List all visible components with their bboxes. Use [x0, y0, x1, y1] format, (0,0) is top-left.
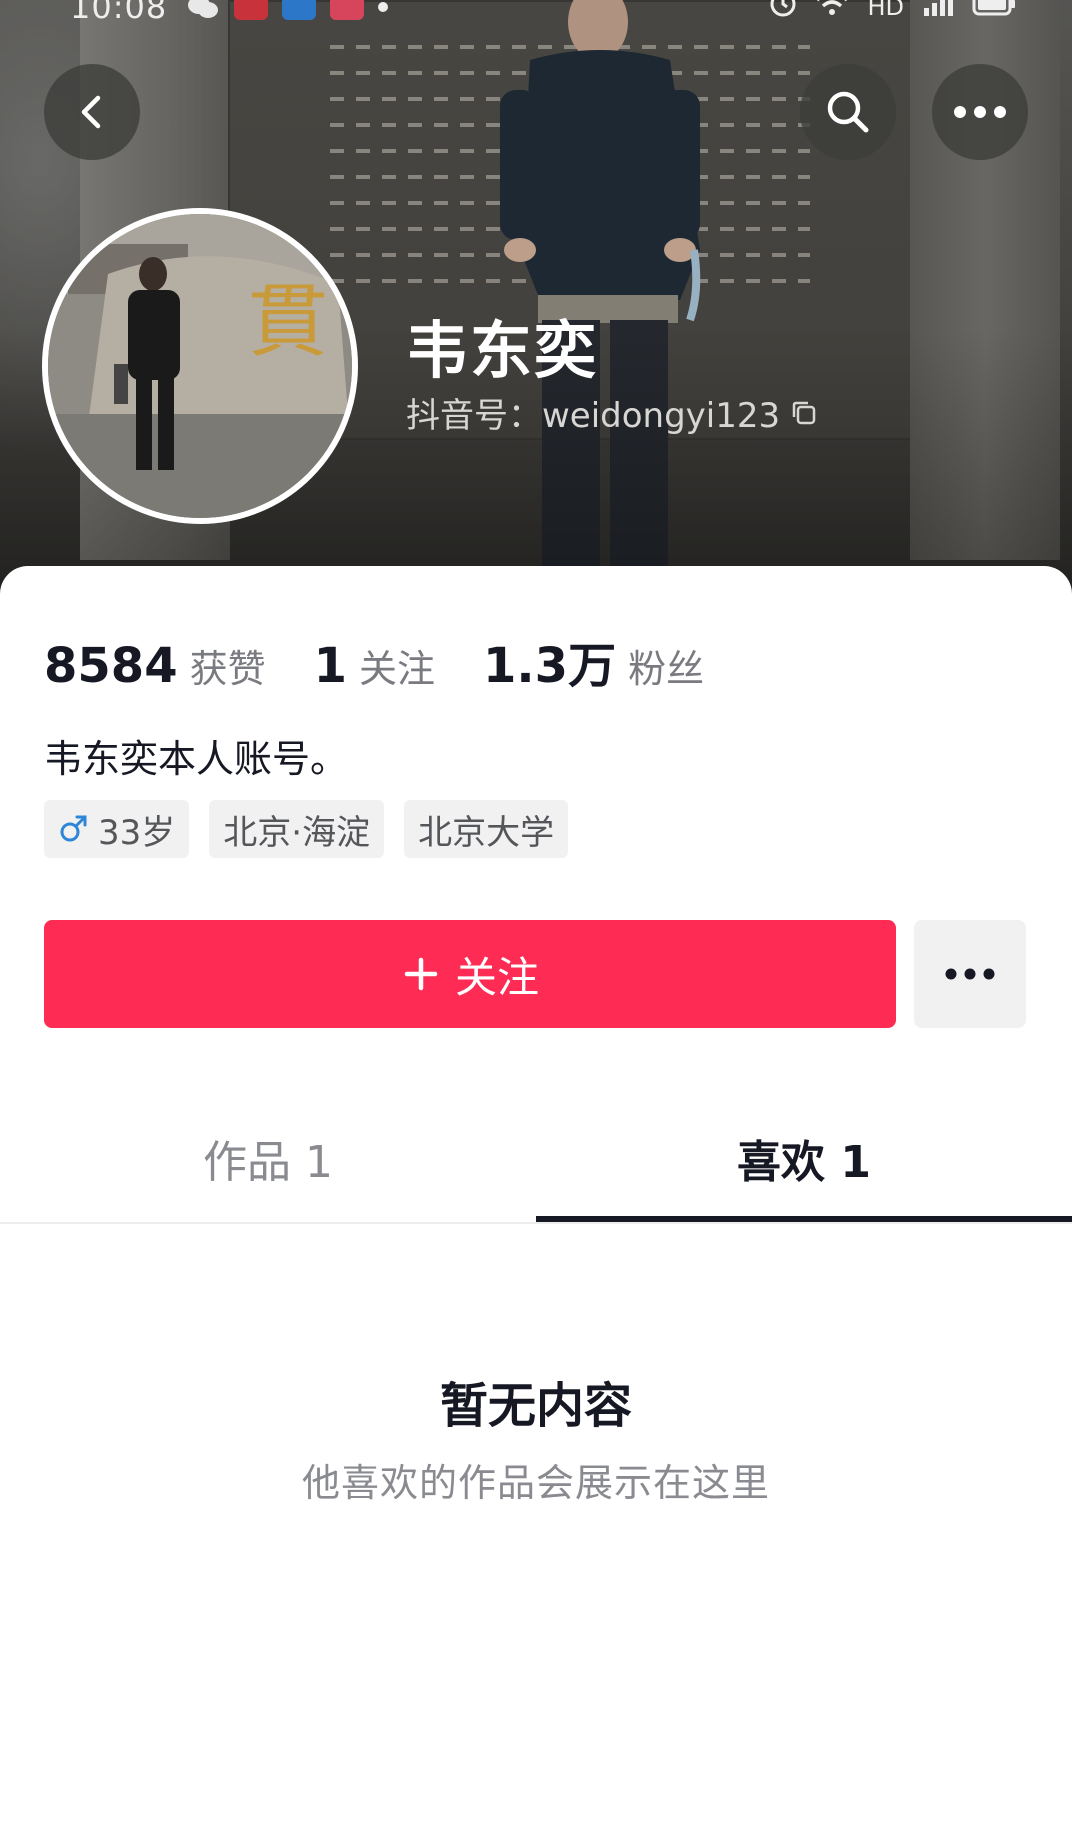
search-icon — [827, 91, 869, 133]
dot-icon — [378, 2, 388, 12]
profile-stats: 8584 获赞 1 关注 1.3万 粉丝 — [44, 626, 752, 696]
app-notification-icon — [234, 0, 268, 20]
follow-button-label: 关注 — [454, 952, 539, 1002]
avatar[interactable]: 貫 — [42, 208, 358, 524]
battery-icon — [972, 0, 1016, 22]
copy-icon[interactable] — [790, 399, 818, 427]
stat-likes-value: 8584 — [44, 638, 178, 694]
back-button[interactable] — [44, 64, 140, 160]
svg-text:貫: 貫 — [248, 275, 328, 368]
content-tabs: 作品 1 喜欢 1 — [0, 1094, 1072, 1224]
tag-school-label: 北京大学 — [418, 812, 555, 853]
douyin-id[interactable]: 抖音号：weidongyi123 — [406, 388, 818, 437]
tag-school: 北京大学 — [404, 800, 569, 858]
douyin-id-text: 抖音号：weidongyi123 — [406, 396, 781, 436]
follow-button[interactable]: 关注 — [44, 920, 896, 1028]
profile-name: 韦东奕 — [406, 314, 599, 387]
wechat-icon — [186, 0, 220, 20]
more-horizontal-icon — [954, 106, 1006, 118]
status-notification-icons — [186, 0, 388, 20]
male-icon — [60, 815, 87, 842]
stat-likes[interactable]: 8584 获赞 — [44, 638, 266, 694]
status-time: 10:08 — [70, 0, 168, 26]
profile-tags: 33岁 北京·海淀 北京大学 — [44, 800, 569, 858]
app-notification-icon — [282, 0, 316, 20]
stat-following-label: 关注 — [359, 647, 436, 691]
chevron-left-icon — [81, 95, 101, 129]
app-notification-icon — [330, 0, 364, 20]
tag-location: 北京·海淀 — [209, 800, 385, 858]
stat-likes-label: 获赞 — [189, 647, 266, 691]
empty-state-subtitle: 他喜欢的作品会展示在这里 — [301, 1461, 770, 1505]
status-system-icons: HD — [769, 0, 1016, 24]
tag-age: 33岁 — [44, 800, 190, 858]
tab-likes[interactable]: 喜欢 1 — [536, 1094, 1072, 1222]
signal-icon — [922, 0, 954, 22]
plus-icon — [404, 957, 438, 991]
follow-more-button[interactable] — [914, 920, 1026, 1028]
stat-followers-label: 粉丝 — [628, 647, 705, 691]
stat-following[interactable]: 1 关注 — [314, 638, 435, 694]
more-options-button[interactable] — [932, 64, 1028, 160]
tag-age-label: 33岁 — [98, 812, 176, 853]
status-bar: 10:08 HD — [0, 0, 1072, 26]
empty-state-title: 暂无内容 — [439, 1378, 632, 1434]
wifi-icon — [815, 0, 849, 23]
stat-following-value: 1 — [313, 638, 348, 694]
avatar-photo: 貫 — [48, 214, 352, 518]
profile-page: 10:08 HD 貫 韦东奕 抖音号：weidongyi123 8584 获赞 … — [0, 0, 1072, 1847]
profile-card: 8584 获赞 1 关注 1.3万 粉丝 韦东奕本人账号。 33岁 北京·海淀 … — [0, 566, 1072, 1847]
tab-works[interactable]: 作品 1 — [0, 1094, 536, 1222]
alarm-icon — [769, 0, 797, 24]
search-button[interactable] — [800, 64, 896, 160]
stat-followers-value: 1.3万 — [483, 638, 617, 694]
tag-location-label: 北京·海淀 — [223, 812, 371, 853]
stat-followers[interactable]: 1.3万 粉丝 — [483, 626, 704, 696]
network-type-label: HD — [867, 0, 904, 21]
more-horizontal-icon — [945, 968, 995, 980]
profile-bio: 韦东奕本人账号。 — [44, 737, 349, 781]
active-tab-indicator — [536, 1216, 1072, 1222]
